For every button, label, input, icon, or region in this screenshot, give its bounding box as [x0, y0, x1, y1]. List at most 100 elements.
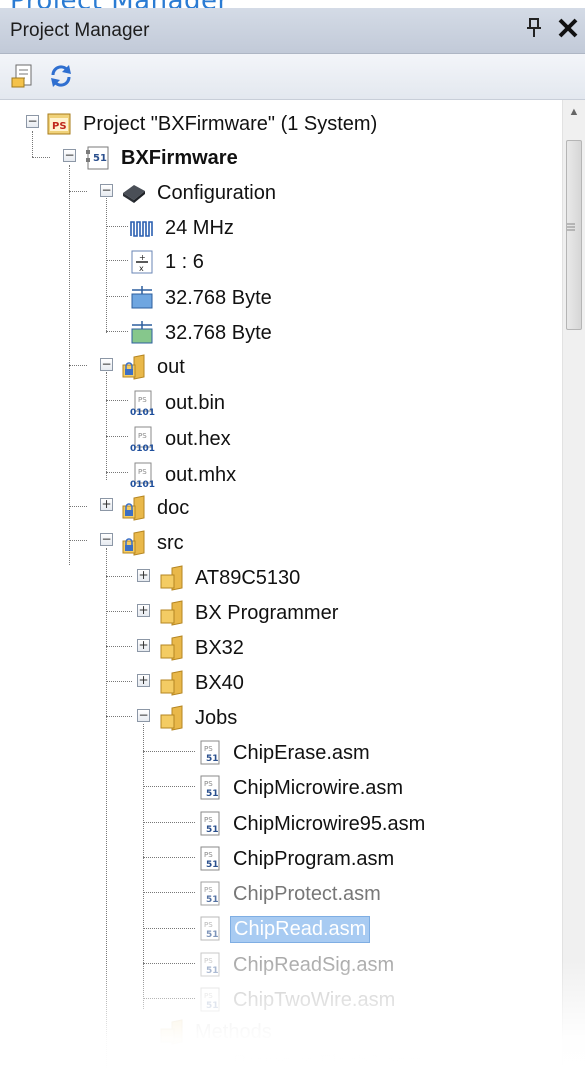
collapse-toggle[interactable]: − — [63, 149, 76, 162]
svg-text:51: 51 — [206, 754, 219, 764]
folder-icon — [158, 564, 186, 592]
collapse-toggle[interactable]: − — [100, 533, 113, 546]
file-label: ChipProgram.asm — [233, 847, 395, 870]
tree-line — [69, 506, 87, 507]
folder-icon — [158, 599, 186, 627]
tree-node-out-hex[interactable]: PS 0101 out.hex — [128, 422, 234, 456]
panel-title: Project Manager — [10, 20, 150, 41]
binary-file-icon: PS 0101 — [128, 461, 156, 490]
locked-folder-icon — [120, 494, 148, 522]
expand-toggle[interactable]: + — [137, 569, 150, 582]
vertical-scrollbar[interactable]: ▲ — [562, 100, 585, 1073]
file-label: out.hex — [165, 427, 231, 450]
divider-icon: + x — [128, 248, 156, 276]
svg-text:PS: PS — [138, 432, 147, 440]
collapse-toggle[interactable]: − — [137, 709, 150, 722]
tree-node-folder[interactable]: BX Programmer — [158, 596, 341, 630]
expand-toggle[interactable]: + — [137, 604, 150, 617]
tree-line — [106, 260, 128, 261]
chip-icon — [120, 179, 148, 207]
tree-line — [69, 191, 87, 192]
svg-text:PS: PS — [138, 468, 147, 476]
tree-line — [32, 157, 50, 158]
tree-line — [106, 576, 132, 577]
locked-folder-icon — [120, 353, 148, 381]
tree-node-asm-file[interactable]: PS 51 ChipMicrowire.asm — [196, 771, 406, 805]
tree-node-clock[interactable]: 24 MHz — [128, 211, 237, 245]
memory-label-1: 32.768 Byte — [165, 286, 272, 309]
locked-folder-icon — [120, 529, 148, 557]
svg-text:51: 51 — [206, 966, 219, 976]
tree-node-asm-file[interactable]: PS 51 ChipErase.asm — [196, 736, 373, 770]
tree-node-jobs[interactable]: Jobs — [158, 701, 240, 735]
pin-icon[interactable] — [523, 17, 545, 45]
src-label: src — [157, 531, 184, 554]
asm-file-icon: PS 51 — [196, 845, 224, 873]
expand-toggle[interactable]: + — [100, 498, 113, 511]
project-tree[interactable]: − − − − + − + + + + − PS Project "BXFirm… — [0, 100, 562, 1073]
clock-signal-icon — [128, 214, 156, 242]
svg-text:51: 51 — [93, 153, 107, 164]
tree-node-project[interactable]: PS Project "BXFirmware" (1 System) — [46, 107, 380, 141]
collapse-toggle[interactable]: − — [100, 358, 113, 371]
tree-node-configuration[interactable]: Configuration — [120, 176, 279, 210]
asm-file-icon: PS 51 — [196, 986, 224, 1014]
scroll-grip-icon — [567, 222, 575, 232]
asm-file-icon: PS 51 — [196, 915, 224, 943]
svg-text:PS: PS — [138, 396, 147, 404]
file-label: ChipReadSig.asm — [233, 953, 395, 976]
header-fade-text: Project Manager — [10, 0, 229, 8]
svg-text:0101: 0101 — [130, 408, 155, 417]
svg-text:PS: PS — [204, 992, 213, 1000]
close-icon[interactable] — [555, 14, 581, 47]
asm-file-icon: PS 51 — [196, 951, 224, 979]
folder-icon — [158, 669, 186, 697]
file-label: ChipErase.asm — [233, 741, 370, 764]
svg-text:+: + — [139, 253, 146, 262]
doc-label: doc — [157, 496, 190, 519]
tree-node-asm-file[interactable]: PS 51 ChipProgram.asm — [196, 842, 397, 876]
refresh-icon[interactable] — [47, 62, 75, 90]
scroll-up-icon[interactable]: ▲ — [563, 106, 585, 130]
tree-node-folder[interactable]: BX32 — [158, 631, 247, 665]
tree-node-out-mhx[interactable]: PS 0101 out.mhx — [128, 458, 239, 492]
tree-node-methods[interactable]: Methods — [158, 1015, 275, 1049]
tree-node-src[interactable]: src — [120, 526, 187, 560]
asm-file-icon: PS 51 — [196, 774, 224, 802]
tree-node-asm-file[interactable]: PS 51 ChipProtect.asm — [196, 877, 384, 911]
tree-line — [106, 472, 128, 473]
expand-toggle[interactable]: + — [137, 674, 150, 687]
out-label: out — [157, 355, 185, 378]
tree-node-asm-file[interactable]: PS 51 ChipMicrowire95.asm — [196, 807, 428, 841]
tree-line — [106, 681, 132, 682]
panel-toolbar — [0, 54, 585, 100]
tree-node-asm-file[interactable]: PS 51 ChipTwoWire.asm — [196, 983, 398, 1017]
svg-text:51: 51 — [206, 860, 219, 870]
properties-icon[interactable] — [10, 62, 38, 90]
expand-toggle[interactable]: + — [137, 639, 150, 652]
tree-node-divider[interactable]: + x 1 : 6 — [128, 245, 207, 279]
tree-node-asm-file[interactable]: PS 51 ChipReadSig.asm — [196, 948, 397, 982]
tree-node-asm-file-selected[interactable]: PS 51 ChipRead.asm — [196, 912, 371, 946]
svg-text:51: 51 — [206, 930, 219, 940]
tree-node-out[interactable]: out — [120, 350, 188, 384]
folder-icon — [158, 634, 186, 662]
file-label: ChipMicrowire95.asm — [233, 812, 426, 835]
tree-node-memory-1[interactable]: 32.768 Byte — [128, 281, 275, 315]
tree-node-out-bin[interactable]: PS 0101 out.bin — [128, 386, 228, 420]
scroll-thumb[interactable] — [566, 140, 582, 330]
folder-label: BX40 — [195, 671, 244, 694]
collapse-toggle[interactable]: − — [26, 115, 39, 128]
asm-file-icon: PS 51 — [196, 810, 224, 838]
tree-node-folder[interactable]: BX40 — [158, 666, 247, 700]
tree-line — [143, 857, 195, 858]
tree-node-system[interactable]: 51 BXFirmware — [84, 141, 241, 175]
collapse-toggle[interactable]: − — [100, 184, 113, 197]
configuration-label: Configuration — [157, 181, 276, 204]
tree-node-doc[interactable]: doc — [120, 491, 192, 525]
tree-node-folder[interactable]: AT89C5130 — [158, 561, 303, 595]
tree-line — [106, 226, 128, 227]
tree-node-memory-2[interactable]: 32.768 Byte — [128, 316, 275, 350]
tree-line — [106, 331, 128, 332]
tree-node-partial[interactable]: Promo.rc.Flash3.asm — [196, 1046, 426, 1073]
